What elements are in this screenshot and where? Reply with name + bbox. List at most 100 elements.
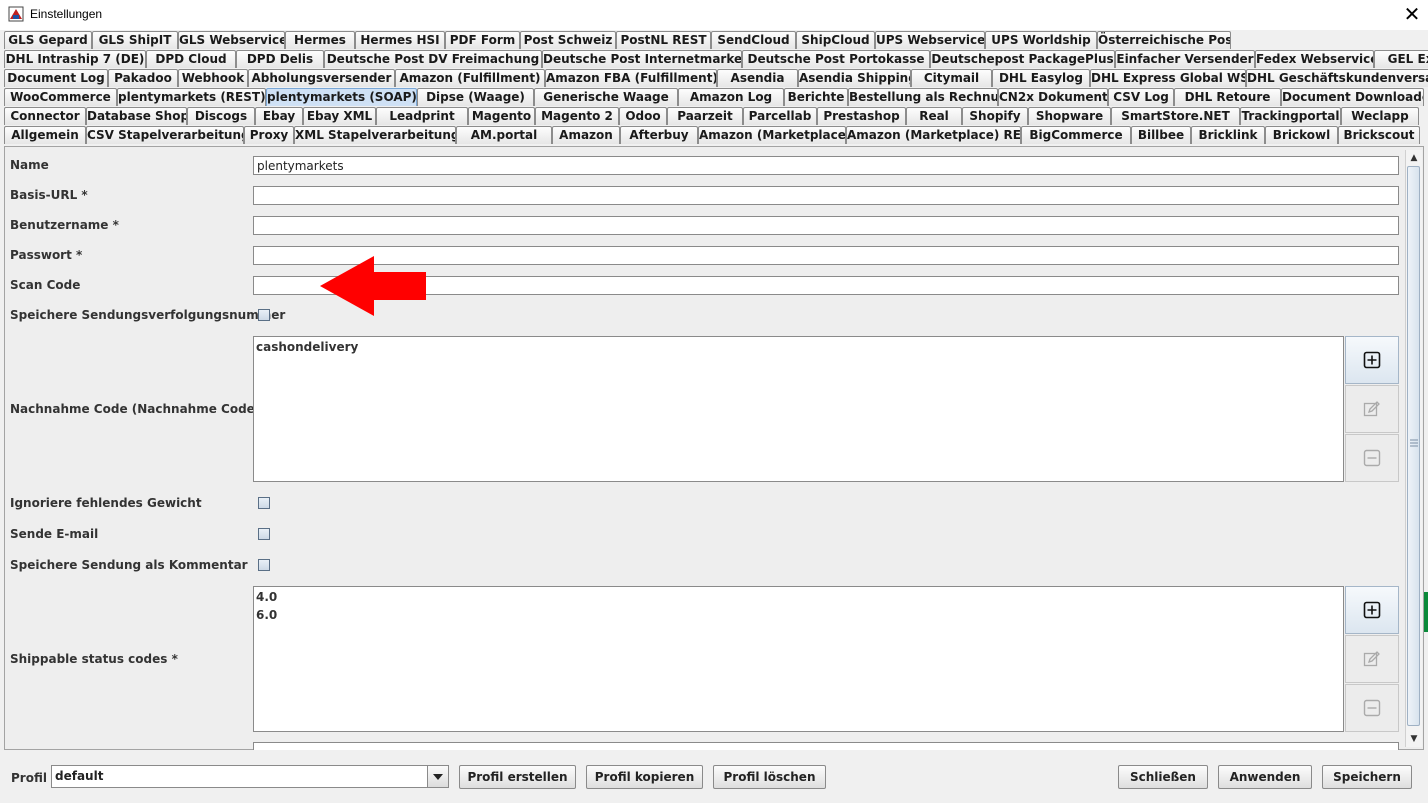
tab-amazon-marketplace-rest[interactable]: Amazon (Marketplace) REST — [846, 126, 1021, 144]
scrollbar-thumb[interactable] — [1407, 166, 1420, 726]
tab-deutsche-post-dv-freimachung[interactable]: Deutsche Post DV Freimachung — [324, 50, 542, 68]
tab-gls-gepard[interactable]: GLS Gepard — [4, 31, 92, 49]
tab-asendia[interactable]: Asendia — [717, 69, 798, 87]
tab-shipcloud[interactable]: ShipCloud — [796, 31, 875, 49]
anwenden-button[interactable]: Anwenden — [1218, 765, 1312, 789]
tab-postnl-rest[interactable]: PostNL REST — [616, 31, 711, 49]
tab-weclapp[interactable]: Weclapp — [1341, 107, 1419, 125]
list-item[interactable]: 4.0 — [254, 588, 1343, 606]
tab-dhl-express-global-ws[interactable]: DHL Express Global WS — [1090, 69, 1246, 87]
speichern-button[interactable]: Speichern — [1322, 765, 1412, 789]
tab-bestellung-als-rechnung[interactable]: Bestellung als Rechnung — [848, 88, 998, 106]
tab-bigcommerce[interactable]: BigCommerce — [1021, 126, 1131, 144]
shippable-status-list[interactable]: 4.0 6.0 — [253, 586, 1344, 732]
tab-ebay-xml[interactable]: Ebay XML — [303, 107, 376, 125]
tab-shopify[interactable]: Shopify — [962, 107, 1028, 125]
tab-amazon-fulfillment[interactable]: Amazon (Fulfillment) — [395, 69, 545, 87]
nachnahme-remove-button[interactable] — [1345, 434, 1399, 482]
scroll-up-icon[interactable]: ▲ — [1408, 152, 1420, 164]
tab-csv-stapelverarbeitung[interactable]: CSV Stapelverarbeitung — [86, 126, 244, 144]
tab-abholungsversender[interactable]: Abholungsversender — [248, 69, 395, 87]
tab-amazon[interactable]: Amazon — [552, 126, 620, 144]
tab-gls-webservice[interactable]: GLS Webservice — [178, 31, 285, 49]
tab-gls-shipit[interactable]: GLS ShipIT — [92, 31, 178, 49]
tab-trackingportal[interactable]: Trackingportal — [1240, 107, 1341, 125]
tab-smartstore-net[interactable]: SmartStore.NET — [1111, 107, 1240, 125]
shippable-add-button[interactable] — [1345, 586, 1399, 634]
tab-ups-worldship[interactable]: UPS Worldship — [985, 31, 1097, 49]
tab-einfacher-versender[interactable]: Einfacher Versender — [1115, 50, 1255, 68]
tab-amazon-fba-fulfillment[interactable]: Amazon FBA (Fulfillment) — [545, 69, 717, 87]
tab-dhl-intraship-7-de[interactable]: DHL Intraship 7 (DE) — [4, 50, 146, 68]
tab-österreichische-post[interactable]: Österreichische Post — [1097, 31, 1231, 49]
tab-woocommerce[interactable]: WooCommerce — [4, 88, 117, 106]
tab-magento-2[interactable]: Magento 2 — [535, 107, 619, 125]
tab-real[interactable]: Real — [906, 107, 962, 125]
tab-dpd-cloud[interactable]: DPD Cloud — [146, 50, 236, 68]
tab-ups-webservice[interactable]: UPS Webservice — [875, 31, 985, 49]
tab-ebay[interactable]: Ebay — [255, 107, 303, 125]
tab-dipse-waage[interactable]: Dipse (Waage) — [417, 88, 534, 106]
nachnahme-code-list[interactable]: cashondelivery — [253, 336, 1344, 482]
tab-deutschepost-packageplus[interactable]: Deutschepost PackagePlus — [930, 50, 1115, 68]
close-window-button[interactable]: ✕ — [1398, 2, 1426, 28]
tab-leadprint[interactable]: Leadprint — [376, 107, 468, 125]
tab-deutsche-post-internetmarke[interactable]: Deutsche Post Internetmarke — [542, 50, 742, 68]
tab-odoo[interactable]: Odoo — [619, 107, 667, 125]
tab-amazon-log[interactable]: Amazon Log — [678, 88, 784, 106]
name-field[interactable]: plentymarkets — [253, 156, 1399, 175]
tab-sendcloud[interactable]: SendCloud — [711, 31, 796, 49]
tab-pdf-form[interactable]: PDF Form — [445, 31, 520, 49]
tab-proxy[interactable]: Proxy — [244, 126, 294, 144]
tab-allgemein[interactable]: Allgemein — [4, 126, 86, 144]
tab-csv-log[interactable]: CSV Log — [1108, 88, 1174, 106]
tab-plentymarkets-rest[interactable]: plentymarkets (REST) — [117, 88, 266, 106]
shippable-remove-button[interactable] — [1345, 684, 1399, 732]
tab-brickscout[interactable]: Brickscout — [1338, 126, 1420, 144]
tab-discogs[interactable]: Discogs — [187, 107, 255, 125]
tab-generische-waage[interactable]: Generische Waage — [534, 88, 678, 106]
profil-erstellen-button[interactable]: Profil erstellen — [459, 765, 576, 789]
tab-am-portal[interactable]: AM.portal — [456, 126, 552, 144]
vertical-scrollbar[interactable]: ▲ ▼ — [1405, 150, 1422, 747]
tab-plentymarkets-soap[interactable]: plentymarkets (SOAP) — [266, 88, 417, 106]
tab-dhl-retoure[interactable]: DHL Retoure — [1174, 88, 1281, 106]
tab-pakadoo[interactable]: Pakadoo — [108, 69, 178, 87]
profil-select[interactable]: default — [51, 765, 449, 788]
tab-parcellab[interactable]: Parcellab — [743, 107, 817, 125]
basis-url-field[interactable] — [253, 186, 1399, 205]
tab-webhook[interactable]: Webhook — [178, 69, 248, 87]
tab-billbee[interactable]: Billbee — [1131, 126, 1191, 144]
tab-hermes[interactable]: Hermes — [285, 31, 355, 49]
tab-citymail[interactable]: Citymail — [911, 69, 992, 87]
tab-dhl-geschäftskundenversand[interactable]: DHL Geschäftskundenversand — [1246, 69, 1428, 87]
sende-email-checkbox[interactable] — [258, 528, 270, 540]
speichere-tracking-checkbox[interactable] — [258, 309, 270, 321]
ignoriere-gewicht-checkbox[interactable] — [258, 497, 270, 509]
tab-brickowl[interactable]: Brickowl — [1265, 126, 1338, 144]
tab-asendia-shipping[interactable]: Asendia Shipping — [798, 69, 911, 87]
tab-fedex-webservice[interactable]: Fedex Webservice — [1255, 50, 1374, 68]
tab-xml-stapelverarbeitung[interactable]: XML Stapelverarbeitung — [294, 126, 456, 144]
tab-berichte[interactable]: Berichte — [784, 88, 848, 106]
scroll-down-icon[interactable]: ▼ — [1408, 733, 1420, 745]
tab-document-downloader[interactable]: Document Downloader — [1281, 88, 1424, 106]
tab-connector[interactable]: Connector — [4, 107, 86, 125]
chevron-down-icon[interactable] — [427, 766, 448, 787]
tab-document-log[interactable]: Document Log — [4, 69, 108, 87]
profil-loeschen-button[interactable]: Profil löschen — [713, 765, 826, 789]
tab-afterbuy[interactable]: Afterbuy — [620, 126, 698, 144]
nachnahme-add-button[interactable] — [1345, 336, 1399, 384]
speichere-kommentar-checkbox[interactable] — [258, 559, 270, 571]
tab-dhl-easylog[interactable]: DHL Easylog — [992, 69, 1090, 87]
tab-cn2x-dokument[interactable]: CN2x Dokument — [998, 88, 1108, 106]
tab-prestashop[interactable]: Prestashop — [817, 107, 906, 125]
list-item[interactable]: 6.0 — [254, 606, 1343, 624]
shippable-edit-button[interactable] — [1345, 635, 1399, 683]
schliessen-button[interactable]: Schließen — [1118, 765, 1208, 789]
tab-shopware[interactable]: Shopware — [1028, 107, 1111, 125]
tab-bricklink[interactable]: Bricklink — [1191, 126, 1265, 144]
benutzername-field[interactable] — [253, 216, 1399, 235]
tab-paarzeit[interactable]: Paarzeit — [667, 107, 743, 125]
tab-magento[interactable]: Magento — [468, 107, 535, 125]
